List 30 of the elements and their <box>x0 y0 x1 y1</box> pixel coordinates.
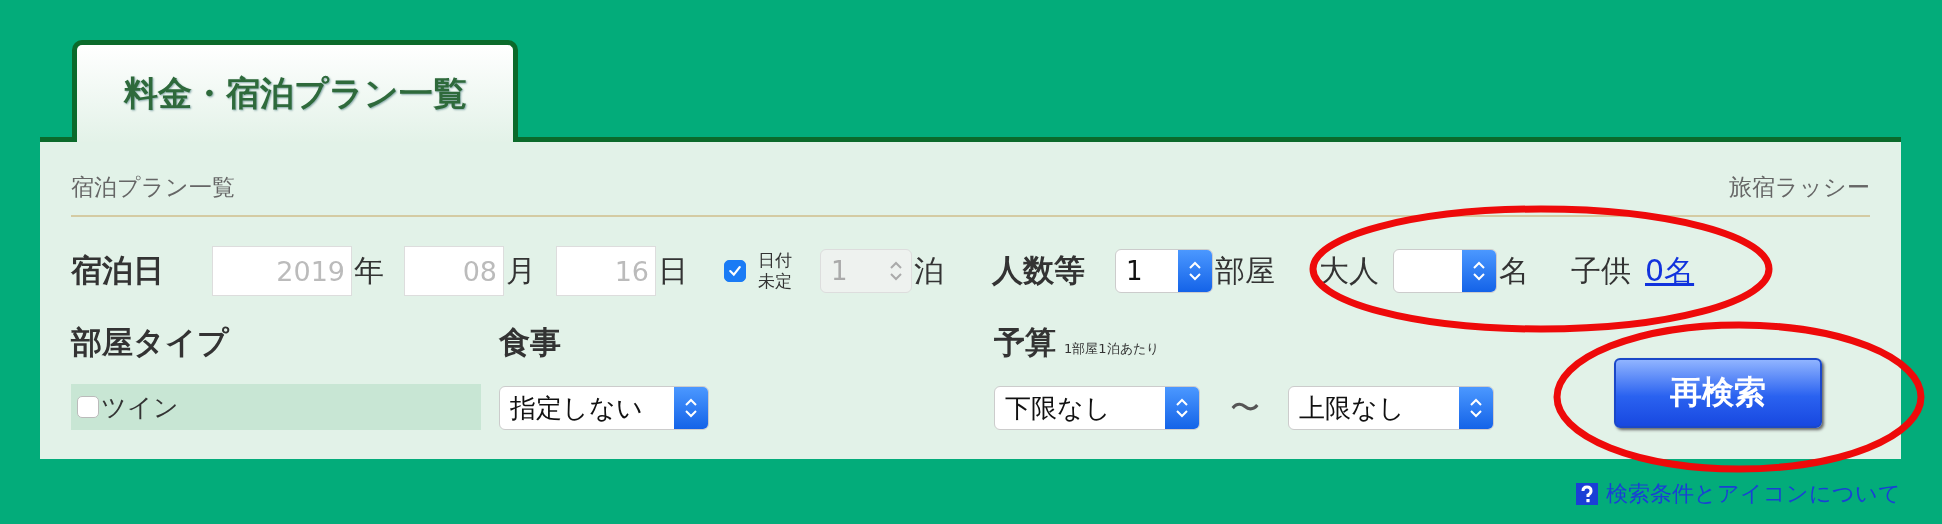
checkbox-label: 日付 未定 <box>758 250 792 292</box>
range-separator: 〜 <box>1230 388 1260 427</box>
budget-note: 1部屋1泊あたり <box>1064 340 1159 358</box>
children-link[interactable]: 0名 <box>1645 250 1695 292</box>
rooms-select[interactable]: 1 <box>1115 249 1213 293</box>
unit-label: 名 <box>1499 251 1529 290</box>
inn-name: 旅宿ラッシー <box>1729 173 1870 202</box>
field-label: 子供 <box>1571 251 1631 290</box>
date-field[interactable]: 08 <box>404 246 504 296</box>
date-field[interactable]: 2019 <box>212 246 352 296</box>
unit-label: 年 <box>354 251 384 290</box>
field-label: 予算 <box>994 323 1056 362</box>
field-label: 食事 <box>499 323 562 362</box>
tab[interactable]: 料金・宿泊プラン一覧 <box>72 40 518 142</box>
meal-select[interactable]: 指定しない <box>499 386 709 430</box>
field-label: 人数等 <box>992 251 1085 290</box>
field-label: 大人 <box>1319 251 1379 290</box>
unit-label: 月 <box>506 251 536 290</box>
field-label: 部屋タイプ <box>71 323 231 362</box>
search-button[interactable]: 再検索 <box>1614 358 1822 428</box>
budget-min-select[interactable]: 下限なし <box>994 386 1200 430</box>
field-label: 宿泊日 <box>71 251 164 290</box>
room-option[interactable]: ツイン <box>71 384 481 430</box>
option-label: ツイン <box>101 391 179 424</box>
unit-label: 部屋 <box>1215 251 1275 290</box>
budget-max-select[interactable]: 上限なし <box>1288 386 1494 430</box>
unit-label: 泊 <box>914 251 944 290</box>
unit-label: 日 <box>658 251 688 290</box>
section-title: 宿泊プラン一覧 <box>71 173 235 202</box>
date-field[interactable]: 16 <box>556 246 656 296</box>
